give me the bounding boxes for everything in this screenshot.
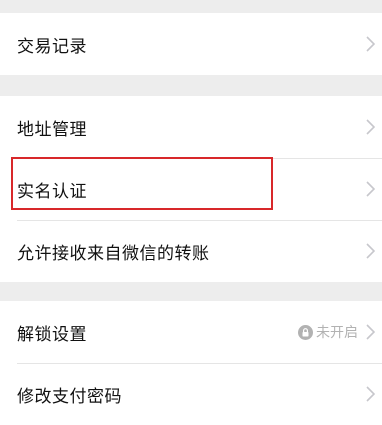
chevron-right-icon	[366, 386, 375, 402]
menu-item-unlock[interactable]: 解锁设置 未开启	[0, 301, 382, 363]
menu-item-label: 交易记录	[17, 36, 87, 57]
menu-item-transactions[interactable]: 交易记录	[0, 13, 382, 75]
menu-item-change-password[interactable]: 修改支付密码	[0, 363, 382, 425]
menu-item-label: 实名认证	[17, 181, 87, 202]
chevron-right-icon	[366, 36, 375, 52]
chevron-right-icon	[366, 243, 375, 259]
menu-group-security: 解锁设置 未开启 修改支付密码	[0, 301, 382, 425]
menu-group-account: 地址管理 实名认证 允许接收来自微信的转账	[0, 96, 382, 282]
unlock-status-text: 未开启	[316, 325, 358, 341]
menu-item-address[interactable]: 地址管理	[0, 96, 382, 158]
menu-item-label: 修改支付密码	[17, 386, 122, 407]
unlock-status: 未开启	[298, 322, 358, 342]
chevron-right-icon	[366, 324, 375, 340]
menu-group-transactions: 交易记录	[0, 13, 382, 75]
menu-item-label: 解锁设置	[17, 324, 87, 345]
menu-item-label: 允许接收来自微信的转账	[17, 243, 210, 264]
chevron-right-icon	[366, 119, 375, 135]
menu-item-wechat-transfer[interactable]: 允许接收来自微信的转账	[0, 220, 382, 282]
lock-icon	[298, 324, 313, 340]
menu-item-label: 地址管理	[17, 119, 87, 140]
chevron-right-icon	[366, 181, 375, 197]
menu-item-realname[interactable]: 实名认证	[0, 158, 382, 220]
